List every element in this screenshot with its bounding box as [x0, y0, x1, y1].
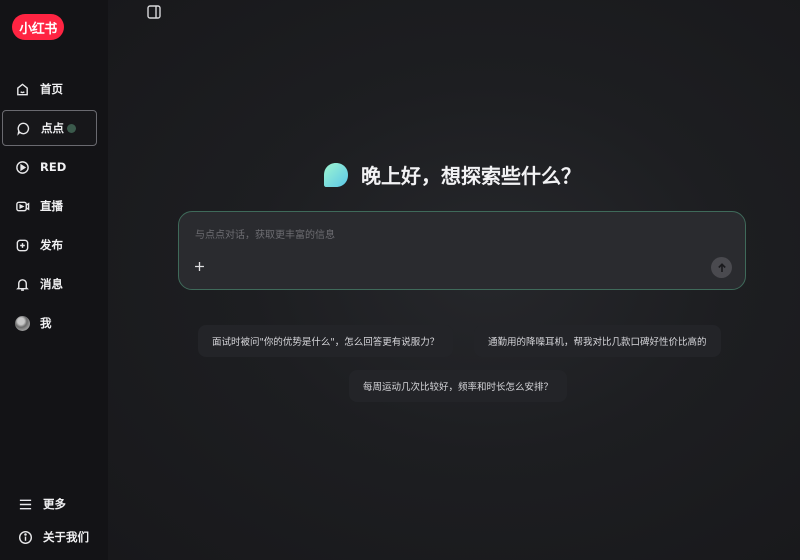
sidebar-toggle-icon[interactable] [146, 4, 162, 20]
plus-icon [194, 261, 204, 271]
plus-square-icon [14, 237, 30, 253]
sidebar-item-label: 消息 [40, 277, 63, 291]
home-icon [14, 81, 30, 97]
main-panel: 晚上好，想探索些什么？ 面试时被问"你的优势是什么"，怎么回答更有说服力？ 通勤… [108, 0, 800, 560]
avatar-wrapper [14, 315, 30, 331]
sidebar-item-label: 发布 [40, 238, 63, 252]
sidebar-item-diandian[interactable]: 点点 [2, 110, 97, 146]
suggestion-chip[interactable]: 每周运动几次比较好，频率和时长怎么安排？ [349, 370, 568, 402]
sidebar-item-label: 首页 [40, 82, 63, 96]
greeting: 晚上好，想探索些什么？ [322, 160, 581, 189]
sidebar-item-label: 直播 [40, 199, 63, 213]
sidebar: 小红书 首页 点点 RED 直播 发布 消息 我 更多 关于我们 [0, 0, 108, 560]
sidebar-item-me[interactable]: 我 [2, 305, 97, 341]
bell-icon [14, 276, 30, 292]
info-icon [17, 529, 33, 545]
menu-icon [17, 496, 33, 512]
sidebar-item-messages[interactable]: 消息 [2, 266, 97, 302]
send-button[interactable] [711, 257, 732, 278]
sidebar-item-publish[interactable]: 发布 [2, 227, 97, 263]
suggestion-chip[interactable]: 通勤用的降噪耳机，帮我对比几款口碑好性价比高的 [474, 325, 721, 357]
status-badge [67, 123, 76, 133]
sidebar-item-label: 更多 [43, 497, 66, 511]
sidebar-item-red[interactable]: RED [2, 149, 97, 185]
page-title: 晚上好，想探索些什么？ [361, 164, 581, 188]
chat-input-box [178, 211, 746, 290]
sidebar-item-label: RED [40, 160, 67, 174]
avatar [14, 315, 30, 331]
brand-logo[interactable]: 小红书 [12, 14, 64, 40]
diandian-logo-icon [324, 162, 348, 187]
sidebar-item-about[interactable]: 关于我们 [2, 519, 97, 555]
suggestion-chip[interactable]: 面试时被问"你的优势是什么"，怎么回答更有说服力？ [198, 325, 454, 357]
play-circle-icon [14, 159, 30, 175]
sidebar-item-more[interactable]: 更多 [2, 486, 97, 522]
arrow-up-icon [717, 262, 726, 272]
sidebar-item-label: 点点 [41, 121, 64, 135]
attach-button[interactable] [191, 258, 207, 274]
app-window: 小红书 首页 点点 RED 直播 发布 消息 我 更多 关于我们 晚上好，想探索… [0, 0, 800, 560]
chat-input[interactable] [193, 224, 727, 246]
sidebar-item-label: 关于我们 [43, 530, 89, 544]
live-icon [14, 198, 30, 214]
chat-bubble-icon [15, 120, 31, 136]
sidebar-item-label: 我 [40, 316, 52, 330]
sidebar-item-home[interactable]: 首页 [2, 71, 97, 107]
sidebar-item-live[interactable]: 直播 [2, 188, 97, 224]
